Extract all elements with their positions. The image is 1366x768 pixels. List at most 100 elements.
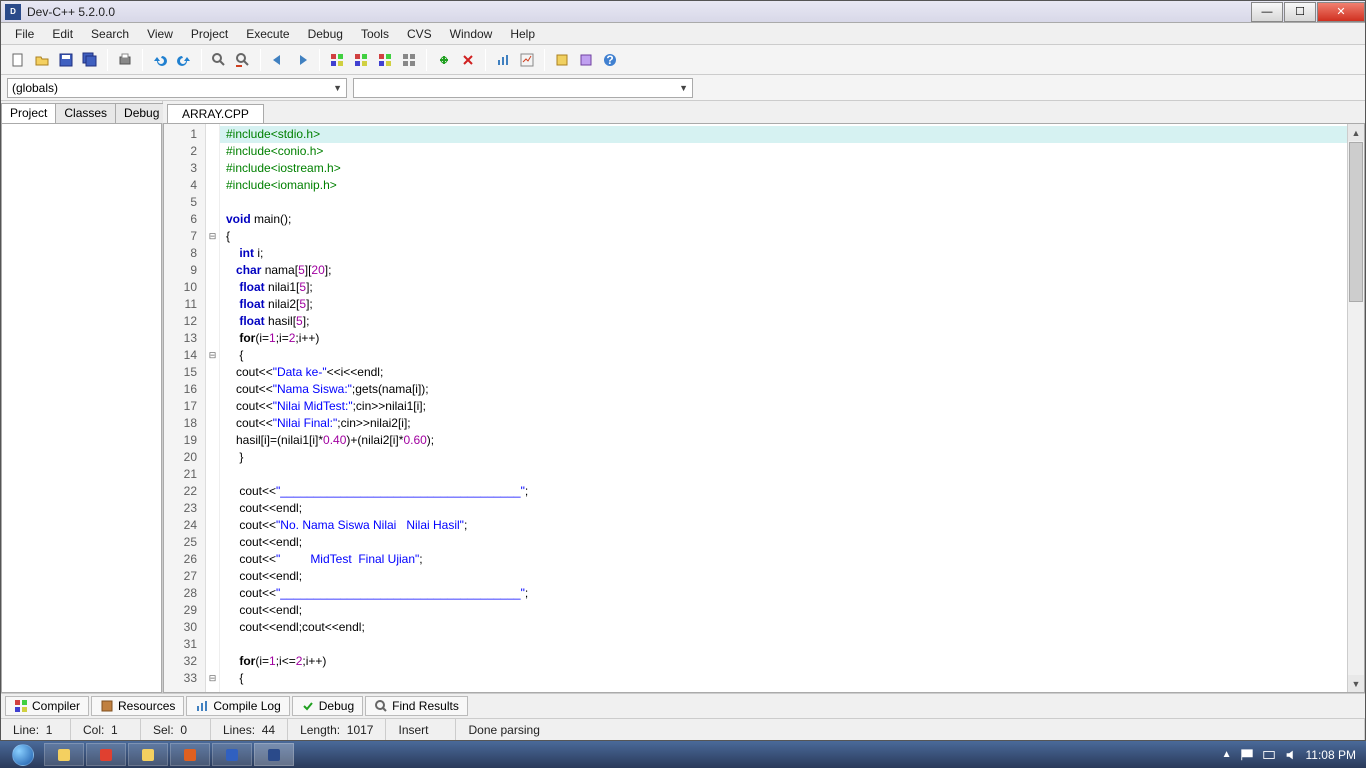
line-number[interactable]: 13 — [164, 330, 205, 347]
line-number[interactable]: 5 — [164, 194, 205, 211]
back-button[interactable] — [267, 49, 289, 71]
line-number[interactable]: 25 — [164, 534, 205, 551]
find-button[interactable] — [208, 49, 230, 71]
line-number[interactable]: 3 — [164, 160, 205, 177]
side-tab-classes[interactable]: Classes — [55, 103, 116, 123]
undo-button[interactable] — [149, 49, 171, 71]
side-tab-project[interactable]: Project — [1, 103, 56, 123]
taskbar-chrome[interactable] — [86, 743, 126, 766]
code-line[interactable]: #include<stdio.h> — [220, 126, 1347, 143]
minimize-button[interactable]: — — [1251, 2, 1283, 22]
new3-button[interactable] — [575, 49, 597, 71]
side-tab-debug[interactable]: Debug — [115, 103, 168, 123]
code-line[interactable]: float nilai1[5]; — [226, 279, 1347, 296]
bottom-tab-find[interactable]: Find Results — [365, 696, 468, 716]
vertical-scrollbar[interactable]: ▲ ▼ — [1347, 124, 1364, 692]
code-line[interactable]: cout<<"No. Nama Siswa Nilai Nilai Hasil"… — [226, 517, 1347, 534]
line-number[interactable]: 1 — [164, 126, 205, 143]
code-line[interactable]: #include<conio.h> — [226, 143, 1347, 160]
code-content[interactable]: #include<stdio.h>#include<conio.h>#inclu… — [220, 124, 1347, 692]
menu-view[interactable]: View — [139, 25, 181, 43]
line-number[interactable]: 10 — [164, 279, 205, 296]
taskbar-folder[interactable] — [128, 743, 168, 766]
code-editor[interactable]: 1234567891011121314151617181920212223242… — [163, 123, 1365, 693]
line-number[interactable]: 26 — [164, 551, 205, 568]
line-number[interactable]: 9 — [164, 262, 205, 279]
line-number[interactable]: 15 — [164, 364, 205, 381]
menu-project[interactable]: Project — [183, 25, 236, 43]
taskbar-word[interactable] — [212, 743, 252, 766]
menu-debug[interactable]: Debug — [300, 25, 351, 43]
code-line[interactable]: cout<<"_________________________________… — [226, 483, 1347, 500]
code-line[interactable]: float nilai2[5]; — [226, 296, 1347, 313]
code-line[interactable]: cout<<endl; — [226, 534, 1347, 551]
fold-marker[interactable]: ⊟ — [206, 347, 219, 364]
code-line[interactable]: { — [226, 670, 1347, 687]
code-line[interactable]: cout<<"Nama Siswa:";gets(nama[i]); — [226, 381, 1347, 398]
bottom-tab-compiler[interactable]: Compiler — [5, 696, 89, 716]
line-number[interactable]: 22 — [164, 483, 205, 500]
line-number[interactable]: 32 — [164, 653, 205, 670]
open-button[interactable] — [31, 49, 53, 71]
menu-edit[interactable]: Edit — [44, 25, 81, 43]
line-number[interactable]: 18 — [164, 415, 205, 432]
menu-window[interactable]: Window — [442, 25, 501, 43]
line-number[interactable]: 21 — [164, 466, 205, 483]
line-number[interactable]: 33 — [164, 670, 205, 687]
run-button[interactable] — [350, 49, 372, 71]
network-icon[interactable] — [1262, 748, 1276, 762]
code-line[interactable]: char nama[5][20]; — [226, 262, 1347, 279]
fold-marker[interactable]: ⊟ — [206, 228, 219, 245]
debugstop-button[interactable] — [457, 49, 479, 71]
profile2-button[interactable] — [516, 49, 538, 71]
redo-button[interactable] — [173, 49, 195, 71]
speaker-icon[interactable] — [1284, 748, 1298, 762]
code-line[interactable]: cout<<"Nilai Final:";cin>>nilai2[i]; — [226, 415, 1347, 432]
code-line[interactable]: hasil[i]=(nilai1[i]*0.40)+(nilai2[i]*0.6… — [226, 432, 1347, 449]
line-number[interactable]: 11 — [164, 296, 205, 313]
code-line[interactable]: cout<<endl; — [226, 568, 1347, 585]
line-gutter[interactable]: 1234567891011121314151617181920212223242… — [164, 124, 206, 692]
menu-help[interactable]: Help — [502, 25, 543, 43]
menu-file[interactable]: File — [7, 25, 42, 43]
code-line[interactable] — [226, 636, 1347, 653]
fwd-button[interactable] — [291, 49, 313, 71]
clock[interactable]: 11:08 PM — [1306, 748, 1356, 762]
save-button[interactable] — [55, 49, 77, 71]
code-line[interactable]: int i; — [226, 245, 1347, 262]
titlebar[interactable]: D Dev-C++ 5.2.0.0 — ☐ ✕ — [1, 1, 1365, 23]
code-line[interactable]: #include<iostream.h> — [226, 160, 1347, 177]
members-combo[interactable]: ▼ — [353, 78, 693, 98]
line-number[interactable]: 28 — [164, 585, 205, 602]
menu-cvs[interactable]: CVS — [399, 25, 440, 43]
help-button[interactable]: ? — [599, 49, 621, 71]
bottom-tab-resources[interactable]: Resources — [91, 696, 184, 716]
line-number[interactable]: 8 — [164, 245, 205, 262]
code-line[interactable]: cout<<endl; — [226, 500, 1347, 517]
code-line[interactable]: cout<<" MidTest Final Ujian"; — [226, 551, 1347, 568]
taskbar-devcpp[interactable] — [254, 743, 294, 766]
rebuild-button[interactable] — [398, 49, 420, 71]
taskbar-firefox[interactable] — [170, 743, 210, 766]
scroll-thumb[interactable] — [1349, 142, 1363, 302]
line-number[interactable]: 2 — [164, 143, 205, 160]
replace-button[interactable] — [232, 49, 254, 71]
tray-up-icon[interactable]: ▲ — [1222, 749, 1232, 760]
code-line[interactable]: cout<<endl; — [226, 602, 1347, 619]
code-line[interactable]: } — [226, 449, 1347, 466]
line-number[interactable]: 7 — [164, 228, 205, 245]
maximize-button[interactable]: ☐ — [1284, 2, 1316, 22]
code-line[interactable]: { — [226, 347, 1347, 364]
line-number[interactable]: 30 — [164, 619, 205, 636]
bottom-tab-debug[interactable]: Debug — [292, 696, 363, 716]
code-line[interactable]: for(i=1;i<=2;i++) — [226, 653, 1347, 670]
code-line[interactable]: cout<<"Data ke-"<<i<<endl; — [226, 364, 1347, 381]
code-line[interactable]: void main(); — [226, 211, 1347, 228]
line-number[interactable]: 6 — [164, 211, 205, 228]
line-number[interactable]: 16 — [164, 381, 205, 398]
code-line[interactable]: cout<<"_________________________________… — [226, 585, 1347, 602]
bottom-tab-log[interactable]: Compile Log — [186, 696, 289, 716]
new2-button[interactable] — [551, 49, 573, 71]
code-line[interactable]: #include<iomanip.h> — [226, 177, 1347, 194]
debugstart-button[interactable] — [433, 49, 455, 71]
